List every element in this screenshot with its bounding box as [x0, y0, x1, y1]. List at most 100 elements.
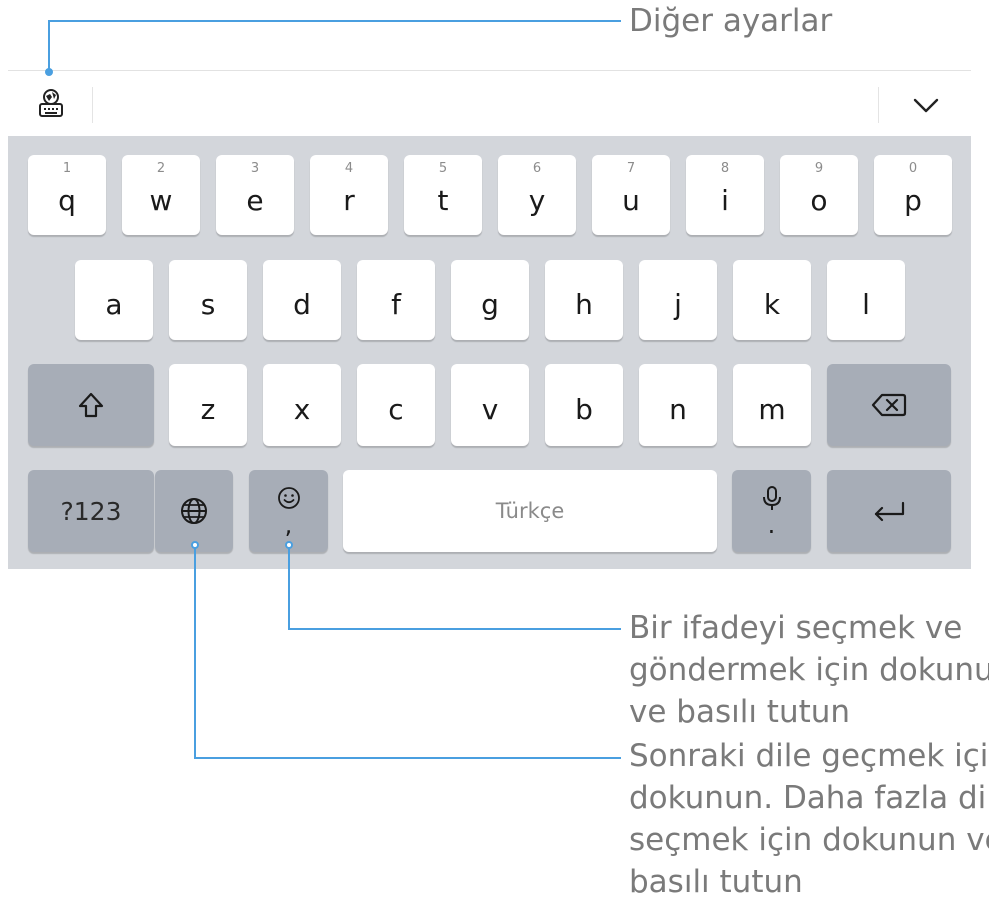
key-w[interactable]: 2w: [122, 155, 200, 235]
key-k[interactable]: k: [733, 260, 811, 340]
key-q[interactable]: 1q: [28, 155, 106, 235]
key-n[interactable]: n: [639, 364, 717, 446]
chevron-down-icon: [913, 98, 939, 113]
keyboard-settings-button[interactable]: [34, 87, 68, 121]
key-i[interactable]: 8i: [686, 155, 764, 235]
key-m[interactable]: m: [733, 364, 811, 446]
enter-icon: [874, 501, 905, 522]
key-char: c: [388, 392, 404, 426]
callout-settings-line: [48, 20, 621, 22]
key-b[interactable]: b: [545, 364, 623, 446]
backspace-icon: [871, 393, 907, 417]
key-number-hint: 4: [344, 161, 354, 176]
key-l[interactable]: l: [827, 260, 905, 340]
key-x[interactable]: x: [263, 364, 341, 446]
callout-settings-text: Diğer ayarlar: [629, 3, 833, 39]
key-o[interactable]: 9o: [780, 155, 858, 235]
key-number-hint: 0: [908, 161, 918, 176]
key-d[interactable]: d: [263, 260, 341, 340]
space-key[interactable]: Türkçe: [343, 470, 717, 552]
key-char: n: [669, 392, 687, 426]
callout-language-line: dokunun. Daha fazla dil: [629, 780, 989, 816]
key-char: i: [721, 183, 729, 217]
key-j[interactable]: j: [639, 260, 717, 340]
space-key-label: Türkçe: [495, 499, 565, 523]
key-r[interactable]: 4r: [310, 155, 388, 235]
numbers-key-label: ?123: [60, 496, 122, 526]
backspace-key[interactable]: [827, 364, 951, 446]
key-c[interactable]: c: [357, 364, 435, 446]
key-char: o: [810, 183, 828, 217]
key-number-hint: 2: [156, 161, 166, 176]
key-char: j: [674, 287, 682, 321]
callout-settings-dot: [45, 68, 53, 76]
keyboard-toolbar: [8, 70, 971, 136]
callout-language-line: basılı tutun: [629, 864, 803, 900]
key-u[interactable]: 7u: [592, 155, 670, 235]
key-e[interactable]: 3e: [216, 155, 294, 235]
toolbar-divider: [92, 87, 93, 123]
shift-key[interactable]: [28, 364, 154, 446]
key-z[interactable]: z: [169, 364, 247, 446]
key-char: h: [575, 287, 593, 321]
callout-emoji-dot: [285, 541, 293, 549]
key-char: d: [293, 287, 311, 321]
key-char: g: [481, 287, 499, 321]
callout-language-dot: [191, 541, 199, 549]
key-s[interactable]: s: [169, 260, 247, 340]
key-char: e: [246, 183, 264, 217]
key-y[interactable]: 6y: [498, 155, 576, 235]
key-char: r: [343, 183, 355, 217]
callout-language-line: seçmek için dokunun ve: [629, 822, 989, 858]
key-v[interactable]: v: [451, 364, 529, 446]
key-char: z: [200, 392, 216, 426]
keyboard-settings-icon: [39, 89, 63, 117]
key-h[interactable]: h: [545, 260, 623, 340]
key-f[interactable]: f: [357, 260, 435, 340]
numbers-key[interactable]: ?123: [28, 470, 154, 552]
callout-emoji-line: [288, 628, 621, 630]
callout-settings-line: [48, 20, 50, 72]
period-label: .: [767, 511, 776, 539]
smiley-icon: [277, 487, 300, 509]
key-char: y: [528, 183, 546, 217]
key-number-hint: 6: [532, 161, 542, 176]
key-char: k: [763, 287, 781, 321]
callout-language-line: [194, 548, 196, 759]
key-char: b: [575, 392, 593, 426]
key-char: p: [904, 183, 922, 217]
key-char: a: [105, 287, 123, 321]
key-char: s: [200, 287, 216, 321]
callout-emoji-line: göndermek için dokunun: [629, 652, 989, 688]
enter-key[interactable]: [827, 470, 951, 552]
key-t[interactable]: 5t: [404, 155, 482, 235]
comma-label: ,: [284, 511, 293, 539]
callout-language-text: Sonraki dile geçmek için dokunun. Daha f…: [629, 735, 989, 903]
callout-emoji-line: [288, 548, 290, 630]
collapse-keyboard-button[interactable]: [908, 91, 944, 121]
callout-language-line: Sonraki dile geçmek için: [629, 738, 989, 774]
key-number-hint: 7: [626, 161, 636, 176]
language-key[interactable]: [155, 470, 233, 552]
voice-input-key[interactable]: .: [732, 470, 811, 552]
key-p[interactable]: 0p: [874, 155, 952, 235]
key-char: q: [58, 183, 76, 217]
key-number-hint: 5: [438, 161, 448, 176]
callout-emoji-text: Bir ifadeyi seçmek ve göndermek için dok…: [629, 607, 989, 733]
callout-emoji-line: ve basılı tutun: [629, 694, 851, 730]
shift-icon: [78, 392, 104, 418]
key-number-hint: 1: [62, 161, 72, 176]
key-char: v: [481, 392, 499, 426]
callout-language-line: [194, 757, 621, 759]
key-char: u: [622, 183, 640, 217]
key-a[interactable]: a: [75, 260, 153, 340]
callout-emoji-line: Bir ifadeyi seçmek ve: [629, 610, 963, 646]
emoji-key[interactable]: ,: [249, 470, 328, 552]
key-char: f: [391, 287, 401, 321]
key-number-hint: 9: [814, 161, 824, 176]
key-char: l: [862, 287, 870, 321]
key-number-hint: 8: [720, 161, 730, 176]
keyboard: 1q 2w 3e 4r 5t 6y 7u 8i 9o 0p a s d f g …: [8, 136, 971, 569]
key-g[interactable]: g: [451, 260, 529, 340]
toolbar-divider: [878, 87, 879, 123]
